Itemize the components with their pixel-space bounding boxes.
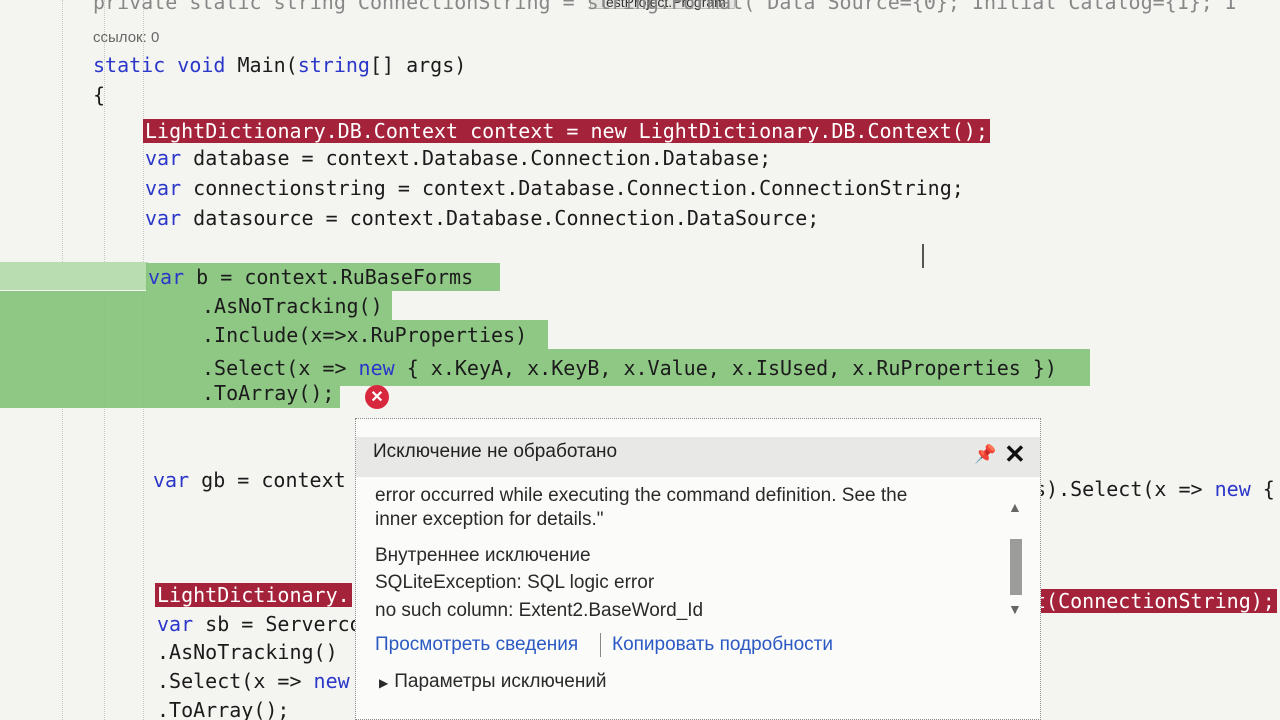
view-details-link[interactable]: Просмотреть сведения — [375, 634, 578, 656]
keyword: var — [153, 468, 190, 492]
code-line-connectionstring: var connectionstring = context.Database.… — [145, 176, 964, 200]
exception-settings-label: Параметры исключений — [394, 671, 607, 692]
breakpoint-highlight: LightDictionary.DB.Context context = new… — [143, 119, 990, 143]
code-line-lightdictionary-tail: t(ConnectionString); — [1032, 589, 1277, 613]
exception-error-icon[interactable]: ✕ — [365, 385, 389, 409]
link-separator — [600, 633, 601, 657]
inner-exception-header: Внутреннее исключение — [375, 545, 591, 566]
code-line-context: LightDictionary.DB.Context context = new… — [143, 119, 990, 143]
keyword: var — [148, 265, 185, 289]
exception-message-line: error occurred while executing the comma… — [375, 485, 908, 506]
keyword: new — [313, 669, 350, 693]
code-line-gb-tail: s).Select(x => new { — [1034, 477, 1275, 501]
keyword: var — [145, 146, 182, 170]
code-line-database: var database = context.Database.Connecti… — [145, 146, 771, 170]
breakpoint-highlight: LightDictionary. — [155, 583, 352, 607]
exception-settings-expander[interactable]: ▶ Параметры исключений — [379, 671, 607, 693]
code-text: .Select(x => — [157, 669, 314, 693]
code-text: gb = context — [189, 468, 346, 492]
code-line-main: static void Main(string[] args) — [93, 53, 466, 77]
code-text: sb = Serverco — [193, 612, 362, 636]
code-text: connectionstring = context.Database.Conn… — [181, 176, 964, 200]
code-text: .Select(x => — [202, 356, 359, 380]
code-line-sb-toarray: .ToArray(); — [157, 698, 290, 720]
code-text: s).Select(x => — [1034, 477, 1215, 501]
code-editor[interactable]: TestProject.Program private static strin… — [0, 0, 1280, 720]
code-text: datasource = context.Database.Connection… — [181, 206, 820, 230]
code-text: database = context.Database.Connection.D… — [181, 146, 772, 170]
code-line-open-brace: { — [93, 83, 106, 107]
keyword: string — [297, 53, 370, 77]
current-statement-margin — [0, 262, 148, 290]
code-line-sb-select: .Select(x => new — [157, 669, 350, 693]
code-text: b = context.RuBaseForms — [184, 265, 474, 289]
code-line-asnotracking: .AsNoTracking() — [202, 294, 383, 318]
breakpoint-highlight: t(ConnectionString); — [1032, 589, 1277, 613]
code-line-var-sb: var sb = Serverco — [157, 612, 362, 636]
code-line-include: .Include(x=>x.RuProperties) — [202, 323, 528, 347]
code-text: Main( — [225, 53, 298, 77]
code-line-sb-asnotracking: .AsNoTracking() — [157, 640, 338, 664]
code-line-var-b: var b = context.RuBaseForms — [148, 265, 473, 289]
exception-popup: Исключение не обработано 📌 ✕ error occur… — [355, 418, 1041, 720]
keyword: new — [1214, 477, 1251, 501]
code-line-connection-string: private static string ConnectionString =… — [93, 0, 1237, 14]
inner-exception-line: no such column: Extent2.BaseWord_Id — [375, 600, 704, 621]
text-cursor-icon — [922, 244, 924, 268]
exception-message-line: inner exception for details." — [375, 509, 604, 530]
copy-details-link[interactable]: Копировать подробности — [612, 634, 833, 656]
code-text: { x.KeyA, x.KeyB, x.Value, x.IsUsed, x.R… — [394, 356, 1057, 380]
code-text: [] args) — [369, 53, 467, 77]
keyword: var — [157, 612, 194, 636]
code-line-toarray: .ToArray(); — [202, 381, 335, 405]
code-line-datasource: var datasource = context.Database.Connec… — [145, 206, 819, 230]
expand-triangle-icon: ▶ — [379, 676, 389, 690]
codelens-references[interactable]: ссылок: 0 — [93, 29, 159, 46]
scrollbar-thumb[interactable] — [1010, 539, 1022, 595]
exception-title: Исключение не обработано — [373, 441, 618, 462]
scroll-down-arrow-icon[interactable]: ▼ — [1008, 601, 1022, 617]
pin-icon[interactable]: 📌 — [974, 444, 996, 465]
close-icon[interactable]: ✕ — [1004, 439, 1026, 470]
code-line-lightdictionary: LightDictionary. — [155, 583, 352, 607]
code-line-var-gb: var gb = context — [153, 468, 346, 492]
keyword: new — [358, 356, 395, 380]
keyword: var — [145, 206, 182, 230]
code-line-select: .Select(x => new { x.KeyA, x.KeyB, x.Val… — [202, 356, 1057, 380]
code-text: { — [1250, 477, 1275, 501]
keyword: static void — [93, 53, 226, 77]
keyword: var — [145, 176, 182, 200]
scroll-up-arrow-icon[interactable]: ▲ — [1008, 499, 1022, 515]
inner-exception-line: SQLiteException: SQL logic error — [375, 572, 655, 593]
